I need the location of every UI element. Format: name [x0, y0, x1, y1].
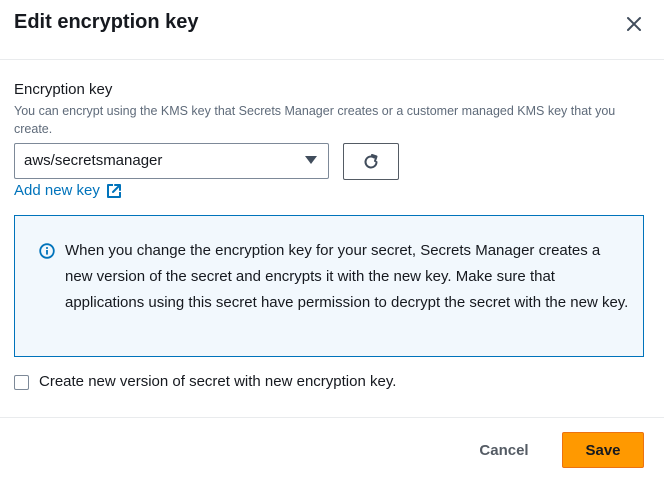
cancel-button[interactable]: Cancel — [466, 432, 542, 468]
create-new-version-checkbox[interactable] — [14, 374, 29, 390]
modal-title: Edit encryption key — [14, 11, 199, 33]
info-icon — [39, 243, 55, 259]
info-alert: When you change the encryption key for y… — [14, 215, 644, 357]
caret-down-icon — [305, 156, 317, 164]
create-new-version-label[interactable]: Create new version of secret with new en… — [39, 373, 396, 391]
save-button[interactable]: Save — [562, 432, 644, 468]
encryption-key-selected-value: aws/secretsmanager — [24, 152, 163, 169]
external-link-icon — [106, 184, 121, 198]
modal-footer: Cancel Save — [0, 417, 664, 481]
create-new-version-checkbox-row[interactable]: Create new version of secret with new en… — [14, 373, 396, 391]
edit-encryption-key-modal: Edit encryption key Encryption key You c… — [0, 0, 664, 481]
info-alert-text: When you change the encryption key for y… — [65, 242, 629, 311]
close-icon — [627, 17, 641, 31]
encryption-key-label: Encryption key — [14, 81, 113, 98]
add-new-key-label: Add new key — [14, 182, 100, 199]
encryption-key-select[interactable]: aws/secretsmanager — [14, 143, 329, 179]
close-button[interactable] — [620, 10, 648, 38]
add-new-key-link[interactable]: Add new key — [14, 181, 122, 201]
refresh-icon — [364, 153, 378, 168]
modal-header: Edit encryption key — [0, 0, 664, 60]
refresh-button[interactable] — [343, 143, 399, 180]
encryption-key-description: You can encrypt using the KMS key that S… — [14, 104, 616, 136]
